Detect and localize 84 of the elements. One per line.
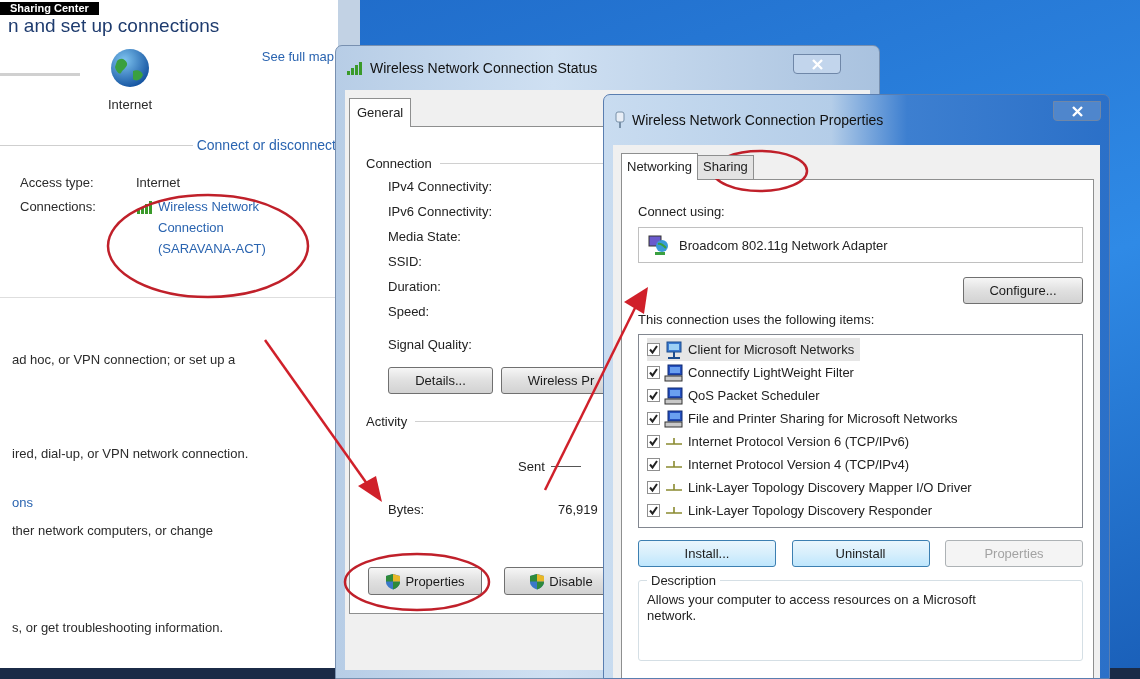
shield-icon (385, 572, 402, 590)
field-label: Media State: (388, 228, 461, 246)
signal-icon (346, 61, 364, 75)
task-link[interactable]: ons (0, 495, 33, 511)
item-label: File and Printer Sharing for Microsoft Networks (688, 411, 958, 426)
configure-button[interactable]: Configure... (963, 277, 1083, 304)
field-label: Access type: (20, 175, 95, 190)
protocol-icon (666, 507, 682, 514)
protocol-icon (666, 438, 682, 445)
checkbox[interactable] (647, 389, 660, 402)
group-label: Description (650, 573, 718, 588)
properties-button[interactable]: Properties (368, 567, 482, 595)
close-icon (811, 58, 823, 70)
field-label: Speed: (388, 303, 430, 321)
group-label: Activity (366, 414, 408, 429)
tab[interactable]: Networking (621, 153, 699, 180)
field-label: This connection uses the following items: (638, 312, 876, 327)
close-button[interactable] (793, 54, 841, 74)
field-label: IPv6 Connectivity: (388, 203, 493, 221)
field-label: Duration: (388, 278, 441, 296)
see-full-map-link[interactable]: See full map (261, 49, 334, 64)
field-label: Bytes: (388, 502, 426, 517)
field-label: Connect using: (638, 204, 725, 219)
close-icon (1071, 105, 1083, 117)
close-button[interactable] (1053, 101, 1101, 121)
title-banner: Sharing Center (0, 2, 99, 15)
protocol-icon (666, 461, 682, 468)
checkbox[interactable] (647, 504, 660, 517)
list-item[interactable]: Connectify LightWeight Filter (647, 361, 860, 384)
protocol-icon (666, 484, 682, 491)
field-label: Signal Quality: (388, 336, 472, 354)
field-value: 76,919 (558, 502, 598, 517)
shield-icon (529, 572, 546, 590)
checkbox[interactable] (647, 458, 660, 471)
checkbox[interactable] (647, 366, 660, 379)
computer-icon (664, 363, 684, 382)
checkbox[interactable] (647, 435, 660, 448)
install-button[interactable]: Install... (638, 540, 776, 567)
list-item[interactable]: Link-Layer Topology Discovery Mapper I/O Driver (647, 476, 978, 499)
network-node-label: Internet (108, 97, 153, 112)
window-title: Wireless Network Connection Status (370, 60, 598, 76)
item-label: Link-Layer Topology Discovery Responder (688, 503, 932, 518)
task-description: s, or get troubleshooting information. (11, 620, 223, 636)
column-label: Sent (518, 459, 545, 474)
adapter-name: Broadcom 802.11g Network Adapter (679, 237, 888, 253)
app-icon (614, 111, 626, 129)
group-label: Connection (366, 156, 432, 171)
list-item[interactable]: Internet Protocol Version 4 (TCP/IPv4) (647, 453, 916, 476)
network-client-icon (664, 340, 684, 359)
item-label: Internet Protocol Version 4 (TCP/IPv4) (688, 457, 910, 472)
item-label: QoS Packet Scheduler (688, 388, 820, 403)
computer-icon (664, 409, 684, 428)
window-title: Wireless Network Connection Properties (632, 112, 884, 128)
checkbox[interactable] (647, 481, 660, 494)
item-label: Link-Layer Topology Discovery Mapper I/O Driver (688, 480, 972, 495)
network-adapter-icon (647, 234, 669, 256)
list-item[interactable]: File and Printer Sharing for Microsoft Networks (647, 407, 964, 430)
list-item[interactable]: Internet Protocol Version 6 (TCP/IPv6) (647, 430, 916, 453)
list-item[interactable]: Client for Microsoft Networks (647, 338, 861, 361)
details-button[interactable]: Details... (388, 367, 493, 394)
field-value: Internet (136, 175, 182, 190)
list-item[interactable]: QoS Packet Scheduler (647, 384, 826, 407)
field-label: Connections: (20, 199, 97, 216)
description-text: Allows your computer to access resources on a Microsoft network. (647, 592, 977, 624)
globe-icon (109, 47, 152, 89)
task-description: ad hoc, or VPN connection; or set up a (11, 352, 236, 368)
field-label: IPv4 Connectivity: (388, 178, 493, 196)
field-label: SSID: (388, 253, 422, 271)
connection-link[interactable]: Wireless Network Connection (SARAVANA-ACT) (158, 196, 298, 259)
checkbox[interactable] (647, 343, 660, 356)
item-label: Client for Microsoft Networks (688, 342, 855, 357)
tab[interactable]: Sharing (697, 155, 754, 179)
page-heading: n and set up connections (8, 15, 221, 37)
tab[interactable]: General (349, 98, 412, 127)
connect-disconnect-link[interactable]: Connect or disconnect (196, 137, 336, 153)
item-label: Internet Protocol Version 6 (TCP/IPv6) (688, 434, 910, 449)
task-description: ired, dial-up, or VPN network connection. (11, 446, 249, 462)
item-label: Connectify LightWeight Filter (688, 365, 854, 380)
checkbox[interactable] (647, 412, 660, 425)
list-item[interactable]: Link-Layer Topology Discovery Responder (647, 499, 938, 522)
signal-icon (136, 200, 154, 214)
computer-icon (664, 386, 684, 405)
uninstall-button[interactable]: Uninstall (791, 540, 930, 567)
task-description: ther network computers, or change (11, 523, 213, 539)
